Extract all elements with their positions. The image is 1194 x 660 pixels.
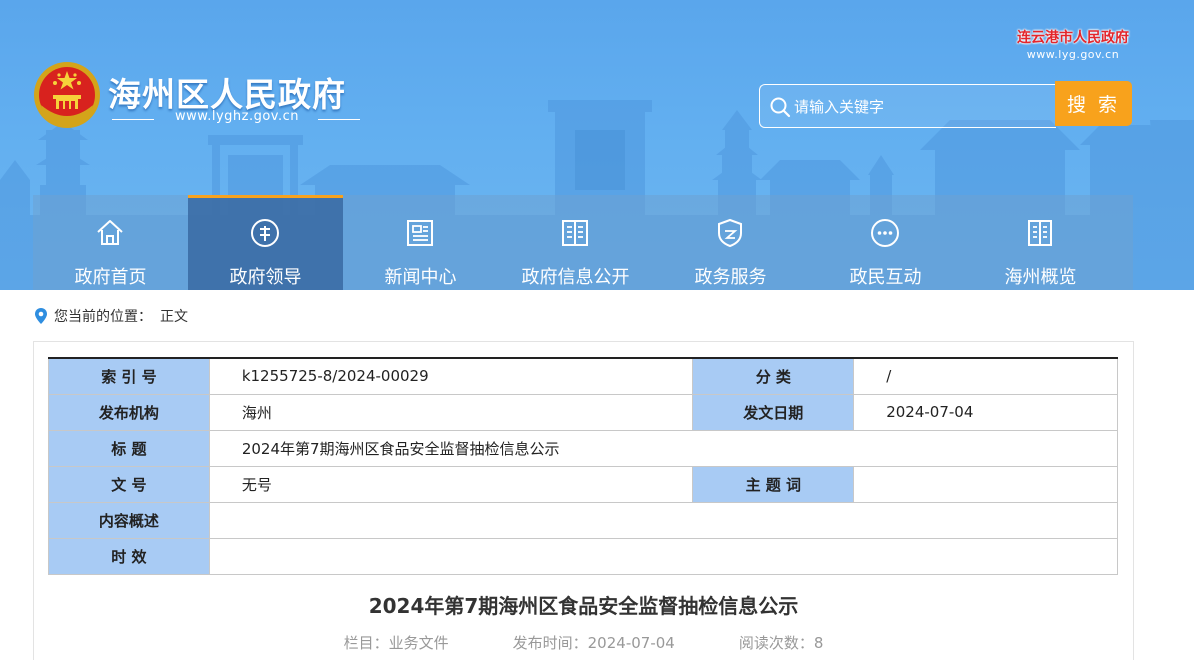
table-row: 标 题 2024年第7期海州区食品安全监督抽检信息公示 — [48, 429, 1119, 467]
document-meta-table: 索 引 号 k1255725-8/2024-00029 分 类 / 发布机构 海… — [48, 357, 1119, 575]
parent-site-link[interactable]: 连云港市人民政府 www.lyg.gov.cn — [1017, 27, 1129, 61]
location-pin-icon — [35, 308, 47, 324]
date-label: 发文日期 — [692, 393, 855, 431]
nav-label: 政府领导 — [229, 267, 302, 288]
validity-label: 时 效 — [48, 537, 210, 575]
nav-label: 政务服务 — [694, 267, 767, 288]
date-value: 2024-07-04 — [853, 393, 1118, 431]
docno-value: 无号 — [208, 465, 694, 503]
nav-item-leaders[interactable]: 政府领导 — [188, 195, 343, 290]
nav-label: 政民互动 — [849, 267, 922, 288]
nav-label: 政府首页 — [74, 267, 147, 288]
breadcrumb-current[interactable]: 正文 — [160, 306, 188, 326]
article-column: 栏目：业务文件 — [343, 634, 449, 652]
national-emblem-logo — [34, 62, 100, 128]
category-label: 分 类 — [692, 357, 855, 395]
table-row: 时 效 — [48, 537, 1119, 575]
article-meta: 栏目：业务文件 发布时间：2024-07-04 阅读次数：8 — [33, 632, 1134, 653]
chat-icon — [871, 219, 899, 247]
nav-item-info-open[interactable]: 政府信息公开 — [498, 195, 653, 290]
search-icon — [770, 97, 791, 118]
publisher-value: 海州 — [208, 393, 694, 431]
table-row: 索 引 号 k1255725-8/2024-00029 分 类 / — [48, 357, 1118, 395]
info-open-icon — [562, 220, 588, 246]
nav-item-news[interactable]: 新闻中心 — [343, 195, 498, 290]
overview-icon — [1028, 220, 1052, 246]
nav-item-interaction[interactable]: 政民互动 — [808, 195, 963, 290]
nav-item-home[interactable]: 政府首页 — [33, 195, 188, 290]
table-row: 内容概述 — [48, 501, 1119, 539]
site-url-row: www.lyghz.gov.cn — [112, 109, 360, 129]
decorative-line — [112, 119, 154, 120]
leader-icon — [251, 219, 279, 247]
category-value: / — [853, 357, 1118, 395]
article-title: 2024年第7期海州区食品安全监督抽检信息公示 — [368, 594, 799, 618]
subject-label: 主 题 词 — [692, 465, 855, 503]
title-value: 2024年第7期海州区食品安全监督抽检信息公示 — [208, 429, 1119, 467]
summary-label: 内容概述 — [48, 501, 210, 539]
table-row: 文 号 无号 主 题 词 — [48, 465, 1118, 503]
article-published-date: 发布时间：2024-07-04 — [512, 634, 675, 652]
title-label: 标 题 — [48, 429, 210, 467]
parent-site-url[interactable]: www.lyg.gov.cn — [1017, 48, 1129, 61]
summary-value — [208, 501, 1119, 539]
nav-label: 政府信息公开 — [521, 267, 630, 288]
search-input[interactable] — [794, 94, 1049, 120]
nav-label: 海州概览 — [1004, 267, 1077, 288]
decorative-line — [318, 119, 360, 120]
index-label: 索 引 号 — [48, 357, 210, 395]
nav-item-gov-service[interactable]: 政务服务 — [653, 195, 808, 290]
nav-label: 新闻中心 — [384, 267, 457, 288]
table-row: 发布机构 海州 发文日期 2024-07-04 — [48, 393, 1118, 431]
site-url: www.lyghz.gov.cn — [175, 109, 299, 124]
home-icon — [97, 220, 123, 245]
index-value: k1255725-8/2024-00029 — [208, 357, 694, 395]
news-icon — [407, 220, 433, 246]
breadcrumb-prefix: 您当前的位置： — [54, 309, 152, 325]
search-button[interactable]: 搜 索 — [1055, 81, 1132, 126]
service-shield-icon — [718, 218, 742, 248]
nav-item-overview[interactable]: 海州概览 — [963, 195, 1118, 290]
search-box — [759, 84, 1056, 128]
subject-value — [853, 465, 1118, 503]
article-view-count: 阅读次数：8 — [738, 634, 824, 652]
site-header: 海州区人民政府 www.lyghz.gov.cn 连云港市人民政府 www.ly… — [0, 0, 1194, 290]
validity-value — [208, 537, 1119, 575]
publisher-label: 发布机构 — [48, 393, 210, 431]
breadcrumb: 您当前的位置： 正文 — [34, 306, 188, 326]
docno-label: 文 号 — [48, 465, 210, 503]
parent-site-name[interactable]: 连云港市人民政府 — [1017, 27, 1129, 47]
main-nav: 政府首页 政府领导 新闻中心 政府信息公开 政务服务 政民互动 海州概览 — [33, 195, 1133, 290]
